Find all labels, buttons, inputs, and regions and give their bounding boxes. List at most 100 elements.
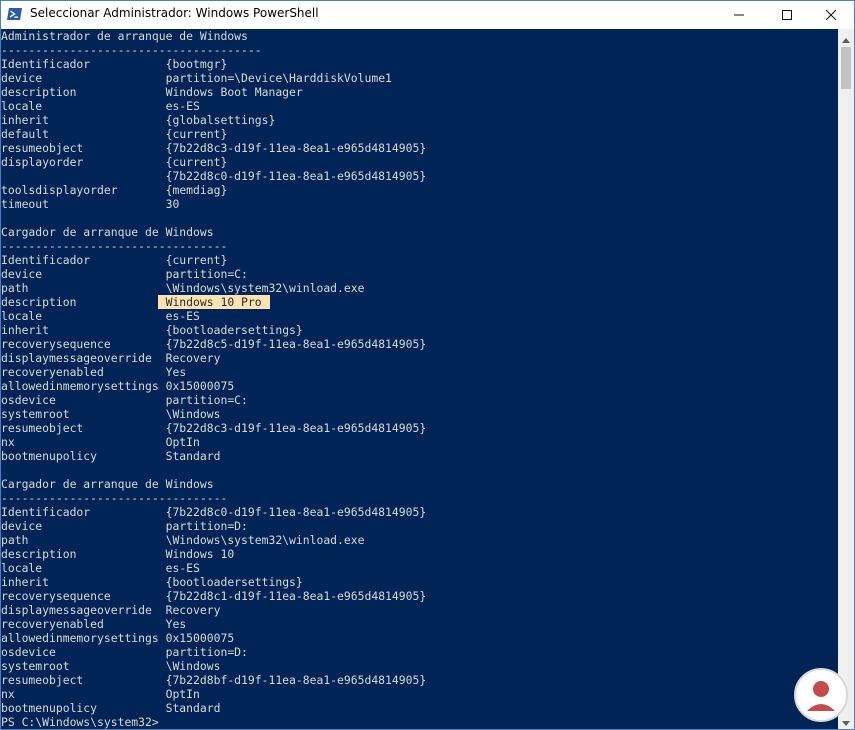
selected-text[interactable]: Windows 10 Pro (157, 295, 270, 309)
console-line-key: path (1, 533, 29, 547)
maximize-button[interactable] (764, 1, 810, 28)
console-line-key: recoverysequence (1, 589, 111, 603)
console-line-value: {bootmgr} (165, 57, 228, 71)
console-line-key: description (1, 295, 77, 309)
chevron-up-icon (842, 28, 850, 47)
console-line-value: \Windows (165, 659, 221, 673)
console-line-key: inherit (1, 575, 50, 589)
console-line-key: systemroot (1, 407, 70, 421)
console-line: locale es-ES (1, 99, 426, 113)
console-line: --------------------------------- (1, 239, 426, 253)
console-line: recoverysequence {7b22d8c1-d19f-11ea-8ea… (1, 589, 426, 603)
console-line-value: Standard (165, 449, 221, 463)
console-line-value: Yes (165, 365, 187, 379)
console-line-key: recoveryenabled (1, 365, 104, 379)
console-line-value: Windows 10 (165, 547, 235, 561)
console-line-key: --------------------------------- (1, 491, 228, 505)
console-line: PS C:\Windows\system32> (1, 715, 426, 729)
console-line: locale es-ES (1, 309, 426, 323)
console-line-value: \Windows (165, 407, 221, 421)
console-line-key: description (1, 85, 77, 99)
console-line: path \Windows\system32\winload.exe (1, 533, 426, 547)
console-line: recoveryenabled Yes (1, 365, 426, 379)
console-line: device partition=D: (1, 519, 426, 533)
console-line-key: bootmenupolicy (1, 449, 98, 463)
console-line: inherit {bootloadersettings} (1, 323, 426, 337)
console-line-value: 0x15000075 (165, 631, 235, 645)
console-line-key: locale (1, 99, 43, 113)
console-line: resumeobject {7b22d8c3-d19f-11ea-8ea1-e9… (1, 421, 426, 435)
title-bar[interactable]: Seleccionar Administrador: Windows Power… (1, 1, 854, 28)
console-line: toolsdisplayorder {memdiag} (1, 183, 426, 197)
maximize-icon (782, 9, 792, 20)
console-line-key: osdevice (1, 645, 56, 659)
console-line-key: inherit (1, 323, 50, 337)
console-line-key: recoverysequence (1, 337, 111, 351)
console-line-value: {bootloadersettings} (165, 575, 303, 589)
console-line-key: bootmenupolicy (1, 701, 98, 715)
console-line-key: toolsdisplayorder (1, 183, 118, 197)
console-line-key: device (1, 519, 43, 533)
console-line: Identificador {bootmgr} (1, 57, 426, 71)
console-line: osdevice partition=D: (1, 645, 426, 659)
minimize-button[interactable] (716, 1, 762, 28)
console-line-key: displayorder (1, 155, 84, 169)
console-line-key: resumeobject (1, 141, 84, 155)
scroll-up-button[interactable] (838, 29, 854, 46)
console-line-key: recoveryenabled (1, 617, 104, 631)
scroll-thumb[interactable] (841, 47, 851, 89)
console-line-key: allowedinmemorysettings (1, 631, 159, 645)
console-line-value: Windows Boot Manager (165, 85, 303, 99)
console-line-value: {7b22d8c0-d19f-11ea-8ea1-e965d4814905} (165, 505, 427, 519)
console-line-value: OptIn (165, 687, 200, 701)
minimize-icon (734, 10, 744, 20)
console-line-key: Cargador de arranque de Windows (1, 477, 214, 491)
console-line-value: {globalsettings} (165, 113, 276, 127)
close-icon (826, 9, 836, 20)
console-line-value: {7b22d8c3-d19f-11ea-8ea1-e965d4814905} (165, 141, 427, 155)
console-line: systemroot \Windows (1, 659, 426, 673)
console-line: -------------------------------------- (1, 43, 426, 57)
console-line: Identificador {current} (1, 253, 426, 267)
console-line-value: partition=D: (165, 645, 248, 659)
console-line: Cargador de arranque de Windows (1, 225, 426, 239)
console-line-value: partition=C: (165, 393, 248, 407)
console-line-key: device (1, 71, 43, 85)
console-line-value: es-ES (165, 99, 200, 113)
console-line-value: {bootloadersettings} (165, 323, 303, 337)
console-line-key: systemroot (1, 659, 70, 673)
console-line-value: Standard (165, 701, 221, 715)
console-line: systemroot \Windows (1, 407, 426, 421)
console-lines: Administrador de arranque de Windows ----… (1, 29, 426, 729)
console-line-value: {7b22d8c3-d19f-11ea-8ea1-e965d4814905} (165, 421, 427, 435)
console-line: bootmenupolicy Standard (1, 449, 426, 463)
vertical-scrollbar[interactable] (838, 29, 854, 729)
console-line-key: -------------------------------------- (1, 43, 262, 57)
console-line-value: {7b22d8c1-d19f-11ea-8ea1-e965d4814905} (165, 589, 427, 603)
console-line-key: Administrador de arranque de Windows (1, 29, 248, 43)
console-line: Administrador de arranque de Windows (1, 29, 426, 43)
console-output[interactable]: Administrador de arranque de Windows ----… (1, 29, 838, 729)
site-logo (793, 667, 849, 723)
console-line: device partition=C: (1, 267, 426, 281)
console-line-key: Cargador de arranque de Windows (1, 225, 214, 239)
console-line-key: Identificador (1, 253, 91, 267)
console-line-key: timeout (1, 197, 50, 211)
console-line: inherit {bootloadersettings} (1, 575, 426, 589)
window-title: Seleccionar Administrador: Windows Power… (30, 6, 319, 20)
console-line: nx OptIn (1, 435, 426, 449)
console-line: device partition=\Device\HarddiskVolume1 (1, 71, 426, 85)
console-line: {7b22d8c0-d19f-11ea-8ea1-e965d4814905} (1, 169, 427, 183)
console-line-value: {7b22d8c0-d19f-11ea-8ea1-e965d4814905} (165, 169, 427, 183)
console-line-value: 0x15000075 (165, 379, 235, 393)
console-line-key: displaymessageoverride (1, 351, 152, 365)
console-line: locale es-ES (1, 561, 426, 575)
console-line-value: partition=C: (165, 267, 248, 281)
console-line-value: {7b22d8c5-d19f-11ea-8ea1-e965d4814905} (165, 337, 427, 351)
console-line: path \Windows\system32\winload.exe (1, 281, 426, 295)
close-button[interactable] (808, 1, 854, 28)
console-line: --------------------------------- (1, 491, 426, 505)
console-line-value: \Windows\system32\winload.exe (165, 533, 365, 547)
console-line-value: OptIn (165, 435, 200, 449)
console-line-key: PS C:\Windows\system32> (1, 715, 159, 729)
